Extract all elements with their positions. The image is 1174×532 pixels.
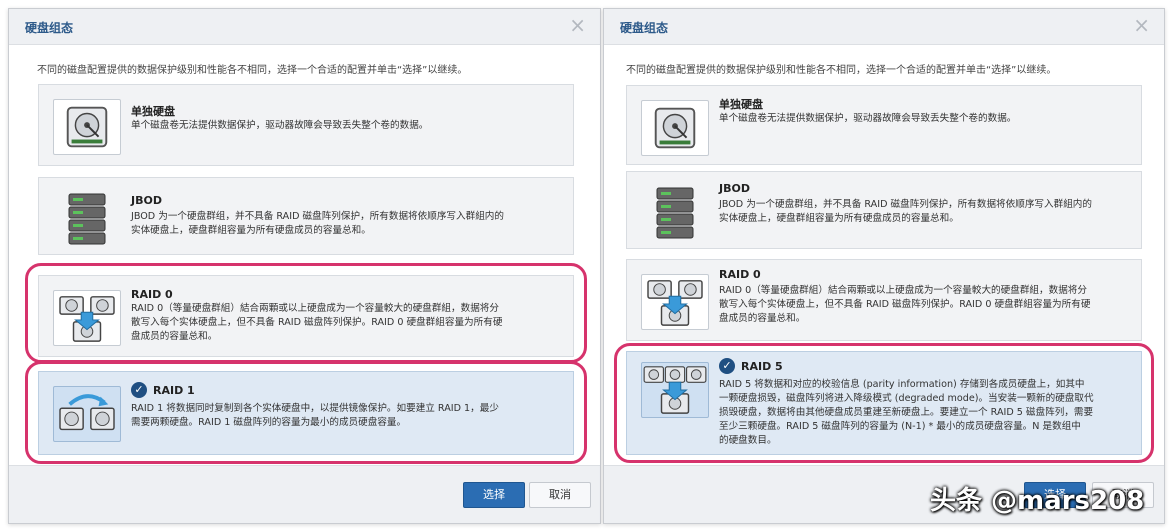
- check-circle-icon: ✓: [719, 358, 735, 374]
- option-description: RAID 0（等量硬盘群組）結合兩顆或以上硬盘成为一个容量較大的硬盘群組，数据将…: [131, 302, 502, 344]
- option-title: RAID 0: [131, 288, 173, 301]
- option-single-disk[interactable]: 单独硬盘 单个磁盘卷无法提供数据保护，驱动器故障会导致丢失整个卷的数据。: [626, 85, 1142, 165]
- description-line: RAID 1 将数据同时复制到各个实体硬盘中，以提供镜像保护。如要建立 RAID…: [131, 403, 499, 414]
- description-line: 的硬盘数目。: [719, 435, 777, 446]
- option-description: 单个磁盘卷无法提供数据保护，驱动器故障会导致丢失整个卷的数据。: [719, 112, 1016, 126]
- option-description: RAID 1 将数据同时复制到各个实体硬盘中，以提供镜像保护。如要建立 RAID…: [131, 402, 499, 430]
- option-description: JBOD 为一个硬盘群组，并不具备 RAID 磁盘阵列保护，所有数据将依顺序写入…: [131, 210, 504, 238]
- option-title: RAID 0: [719, 268, 761, 281]
- description-line: RAID 5 将数据和对应的校验信息 (parity information) …: [719, 379, 1085, 390]
- dialog-header: 硬盘组态 ×: [604, 9, 1164, 45]
- disk-config-dialog-right: 硬盘组态 × 不同的磁盘配置提供的数据保护级别和性能各不相同，选择一个合适的配置…: [603, 8, 1165, 524]
- dialog-footer: 选择 取消: [604, 465, 1164, 523]
- description-line: 损毁硬盘，数据将由其他硬盘成员重建至新硬盘上。要建立一个 RAID 5 磁盘阵列…: [719, 407, 1094, 418]
- raid5-icon: [641, 362, 709, 418]
- option-title: 单独硬盘: [719, 96, 763, 112]
- dialog-intro: 不同的磁盘配置提供的数据保护级别和性能各不相同，选择一个合适的配置并单击“选择”…: [626, 65, 1057, 76]
- option-title-text: 单独硬盘: [131, 105, 175, 118]
- raid0-icon: [641, 274, 709, 330]
- option-title-text: RAID 0: [719, 268, 761, 281]
- option-title-text: JBOD: [131, 194, 162, 207]
- option-title: 单独硬盘: [131, 103, 175, 119]
- option-title-text: RAID 0: [131, 288, 173, 301]
- option-description: JBOD 为一个硬盘群组，并不具备 RAID 磁盘阵列保护，所有数据将依顺序写入…: [719, 198, 1092, 226]
- close-icon[interactable]: ×: [1133, 15, 1150, 35]
- description-line: 实体硬盘上，硬盘群組容量为所有硬盘成员的容量总和。: [719, 213, 959, 224]
- dialog-title: 硬盘组态: [620, 21, 669, 35]
- description-line: RAID 0（等量硬盘群組）結合兩顆或以上硬盘成为一个容量較大的硬盘群組，数据将…: [719, 285, 1087, 296]
- option-title-text: JBOD: [719, 182, 750, 195]
- disk-config-dialog-left: 硬盘组态 × 不同的磁盘配置提供的数据保护级别和性能各不相同，选择一个合适的配置…: [8, 8, 601, 524]
- description-line: 盘成员的容量总和。: [131, 331, 218, 342]
- single-disk-icon: [641, 100, 709, 156]
- description-line: 散写入每个实体硬盘上，但不具备 RAID 磁盘阵列保护。RAID 0 硬盘群組容…: [131, 317, 503, 328]
- dialog-intro: 不同的磁盘配置提供的数据保护级别和性能各不相同，选择一个合适的配置并单击“选择”…: [37, 65, 468, 76]
- description-line: 单个磁盘卷无法提供数据保护，驱动器故障会导致丢失整个卷的数据。: [719, 113, 1017, 124]
- dialog-title: 硬盘组态: [25, 21, 74, 35]
- option-title: JBOD: [719, 182, 750, 195]
- option-title-text: RAID 1: [153, 383, 195, 397]
- select-button[interactable]: 选择: [463, 482, 525, 508]
- option-title-text: RAID 5: [741, 359, 783, 373]
- dialog-footer: 选择 取消: [9, 465, 600, 523]
- option-title: ✓ RAID 1: [131, 382, 195, 398]
- option-jbod[interactable]: JBOD JBOD 为一个硬盘群组，并不具备 RAID 磁盘阵列保护，所有数据将…: [38, 177, 574, 255]
- close-icon[interactable]: ×: [569, 15, 586, 35]
- check-circle-icon: ✓: [131, 382, 147, 398]
- select-button[interactable]: 选择: [1024, 482, 1086, 508]
- disk-stack-icon: [641, 186, 709, 242]
- description-line: 散写入每个实体硬盘上，但不具备 RAID 磁盘阵列保护。RAID 0 硬盘群組容…: [719, 299, 1091, 310]
- description-line: 盘成员的容量总和。: [719, 313, 806, 324]
- raid0-icon: [53, 290, 121, 346]
- option-jbod[interactable]: JBOD JBOD 为一个硬盘群组，并不具备 RAID 磁盘阵列保护，所有数据将…: [626, 171, 1142, 249]
- dialog-header: 硬盘组态 ×: [9, 9, 600, 45]
- description-line: 需要两颗硬盘。RAID 1 磁盘阵列的容量为最小的成员硬盘容量。: [131, 417, 407, 428]
- option-title-text: 单独硬盘: [719, 98, 763, 111]
- option-description: RAID 0（等量硬盘群組）結合兩顆或以上硬盘成为一个容量較大的硬盘群組，数据将…: [719, 284, 1090, 326]
- option-raid0[interactable]: RAID 0 RAID 0（等量硬盘群組）結合兩顆或以上硬盘成为一个容量較大的硬…: [38, 275, 574, 357]
- option-title: ✓ RAID 5: [719, 358, 783, 374]
- option-raid1[interactable]: ✓ RAID 1 RAID 1 将数据同时复制到各个实体硬盘中，以提供镜像保护。…: [38, 371, 574, 455]
- description-line: 至少三颗硬盘。RAID 5 磁盘阵列的容量为 (N-1) * 最小的成员硬盘容量…: [719, 421, 1081, 432]
- option-description: 单个磁盘卷无法提供数据保护，驱动器故障会导致丢失整个卷的数据。: [131, 119, 428, 133]
- option-single-disk[interactable]: 单独硬盘 单个磁盘卷无法提供数据保护，驱动器故障会导致丢失整个卷的数据。: [38, 84, 574, 166]
- description-line: 单个磁盘卷无法提供数据保护，驱动器故障会导致丢失整个卷的数据。: [131, 120, 429, 131]
- option-raid0[interactable]: RAID 0 RAID 0（等量硬盘群組）結合兩顆或以上硬盘成为一个容量較大的硬…: [626, 259, 1142, 341]
- description-line: RAID 0（等量硬盘群組）結合兩顆或以上硬盘成为一个容量較大的硬盘群組，数据将…: [131, 303, 499, 314]
- cancel-button[interactable]: 取消: [529, 482, 591, 508]
- option-raid5[interactable]: ✓ RAID 5 RAID 5 将数据和对应的校验信息 (parity info…: [626, 351, 1142, 455]
- raid1-icon: [53, 386, 121, 442]
- cancel-button[interactable]: 取消: [1092, 482, 1154, 508]
- description-line: JBOD 为一个硬盘群组，并不具备 RAID 磁盘阵列保护，所有数据将依顺序写入…: [131, 211, 504, 222]
- description-line: 实体硬盘上，硬盘群組容量为所有硬盘成员的容量总和。: [131, 225, 371, 236]
- description-line: JBOD 为一个硬盘群组，并不具备 RAID 磁盘阵列保护，所有数据将依顺序写入…: [719, 199, 1092, 210]
- disk-stack-icon: [53, 192, 121, 248]
- description-line: 一颗硬盘损毁，磁盘阵列将进入降级模式 (degraded mode)。当安装一颗…: [719, 393, 1094, 404]
- single-disk-icon: [53, 99, 121, 155]
- option-title: JBOD: [131, 194, 162, 207]
- option-description: RAID 5 将数据和对应的校验信息 (parity information) …: [719, 378, 1094, 448]
